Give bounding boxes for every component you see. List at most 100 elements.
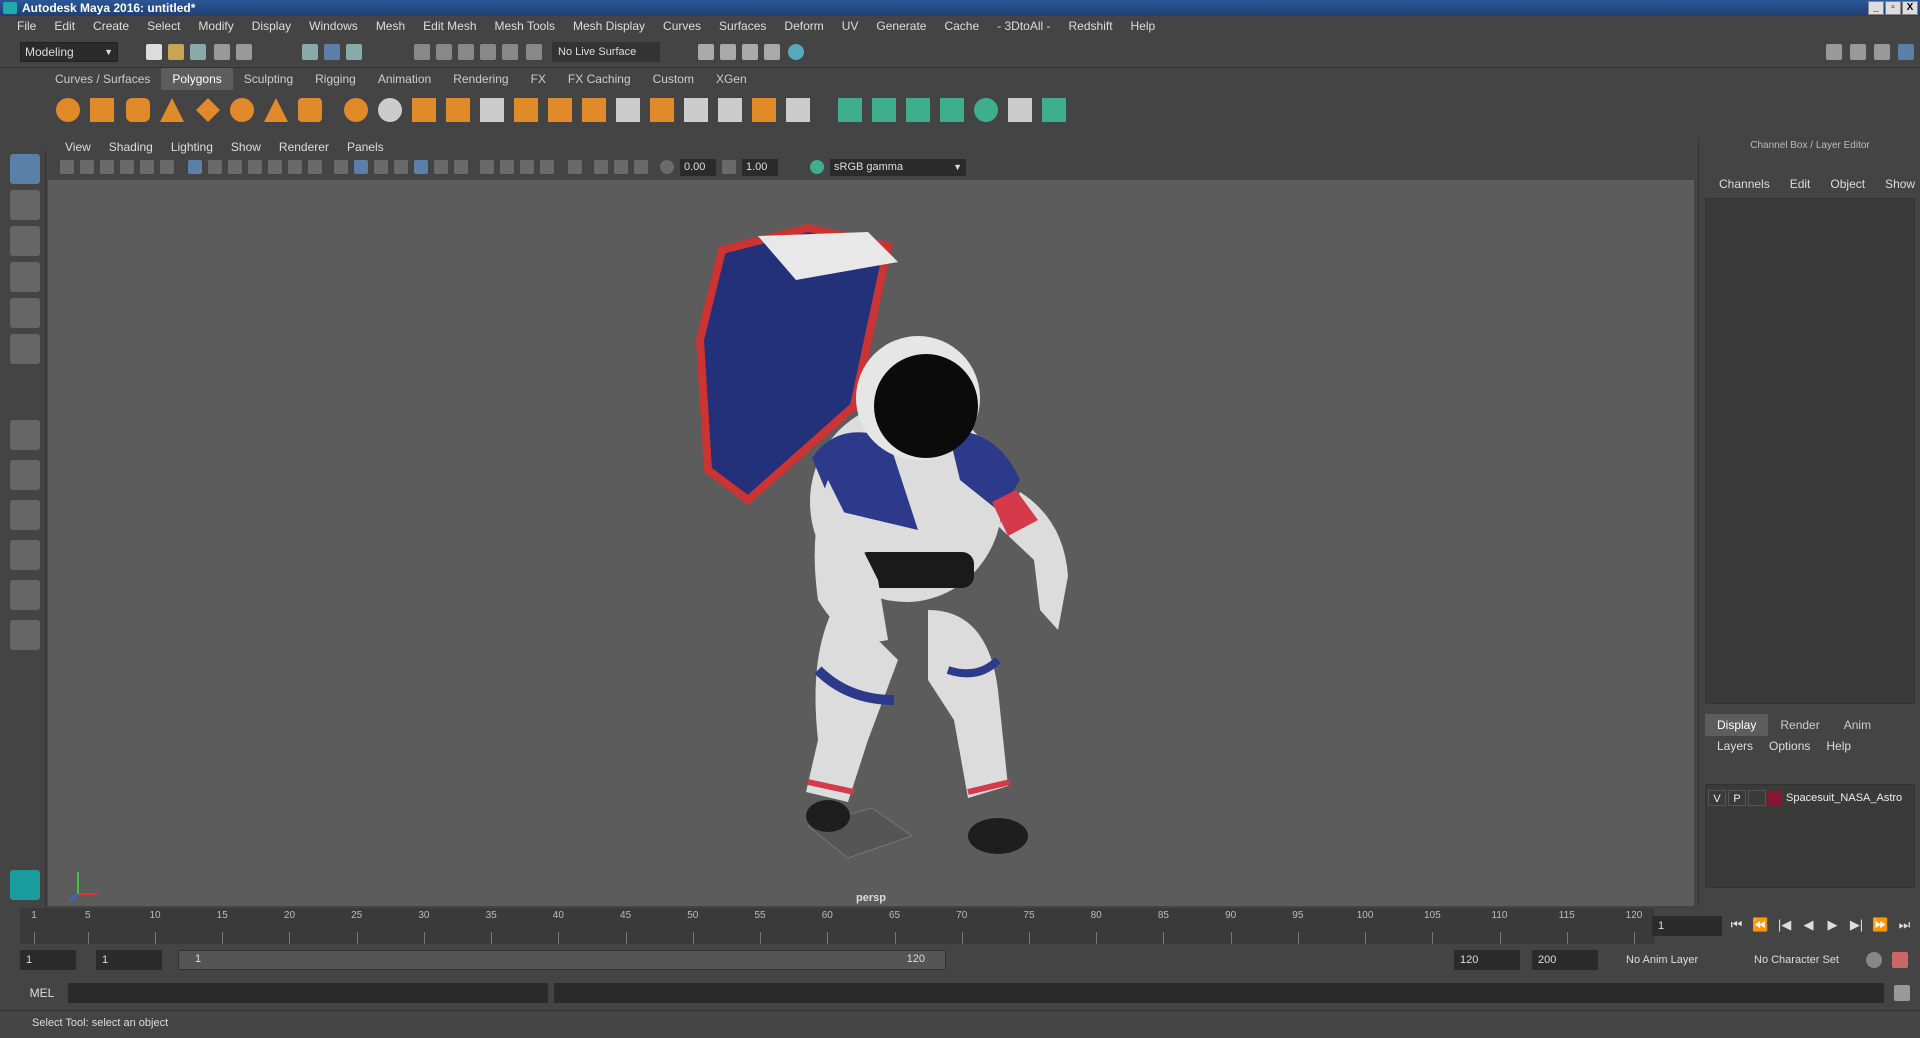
poly-cylinder-icon[interactable] [126, 98, 150, 122]
shelf-tab-polygons[interactable]: Polygons [161, 68, 233, 90]
minimize-button[interactable]: _ [1868, 1, 1884, 15]
separate-icon[interactable] [378, 98, 402, 122]
camera-attributes-icon[interactable] [80, 160, 94, 174]
resolution-gate-icon[interactable] [228, 160, 242, 174]
modeling-toolkit-icon[interactable] [1826, 44, 1842, 60]
uv-editor-icon[interactable] [974, 98, 998, 122]
xray-icon[interactable] [594, 160, 608, 174]
select-camera-icon[interactable] [60, 160, 74, 174]
shelf-tab-sculpting[interactable]: Sculpting [233, 68, 304, 90]
default-lighting-icon[interactable] [374, 160, 388, 174]
menu-surfaces[interactable]: Surfaces [710, 16, 775, 36]
poly-pyramid-icon[interactable] [264, 98, 288, 122]
range-slider[interactable]: 1 120 [178, 950, 946, 970]
layer-color-swatch[interactable] [1768, 791, 1782, 805]
snap-curve-icon[interactable] [436, 44, 452, 60]
smooth-shade-icon[interactable] [354, 160, 368, 174]
layer-name[interactable]: Spacesuit_NASA_Astro [1786, 792, 1902, 804]
layer-tab-display[interactable]: Display [1705, 714, 1769, 736]
undo-icon[interactable] [214, 44, 230, 60]
single-perspective-layout-icon[interactable] [10, 420, 40, 450]
snap-plane-icon[interactable] [480, 44, 496, 60]
shelf-tab-xgen[interactable]: XGen [705, 68, 758, 90]
script-editor-layout-icon[interactable] [10, 620, 40, 650]
snap-surface-icon[interactable] [502, 44, 518, 60]
shadows-icon[interactable] [454, 160, 468, 174]
go-to-end-icon[interactable]: ⏭ [1896, 916, 1913, 934]
shelf-tab-curves-surfaces[interactable]: Curves / Surfaces [44, 68, 161, 90]
target-weld-icon[interactable] [616, 98, 640, 122]
screen-space-ao-icon[interactable] [480, 160, 494, 174]
le-menu-layers[interactable]: Layers [1709, 738, 1761, 754]
bookmark-icon[interactable] [100, 160, 114, 174]
character-set-select[interactable]: No Character Set [1748, 950, 1864, 970]
le-menu-help[interactable]: Help [1818, 738, 1859, 754]
gamma-field[interactable]: 1.00 [742, 159, 778, 176]
bridge-icon[interactable] [514, 98, 538, 122]
rotate-tool-icon[interactable] [10, 298, 40, 328]
play-forwards-icon[interactable]: ▶ [1824, 916, 1841, 934]
graph-editor-layout-icon[interactable] [10, 540, 40, 570]
isolate-select-icon[interactable] [568, 160, 582, 174]
shelf-tab-rendering[interactable]: Rendering [442, 68, 519, 90]
outliner-layout-icon[interactable] [10, 500, 40, 530]
layer-reference-toggle[interactable] [1748, 790, 1766, 806]
poly-cube-icon[interactable] [90, 98, 114, 122]
step-forward-frame-icon[interactable]: ▶| [1848, 916, 1865, 934]
persp-viewport[interactable]: persp [48, 180, 1694, 906]
start-time-field[interactable]: 1 [20, 950, 76, 970]
command-language[interactable]: MEL [20, 984, 64, 1002]
mirror-icon[interactable] [412, 98, 436, 122]
cb-menu-edit[interactable]: Edit [1780, 176, 1821, 192]
grease-pencil-icon[interactable] [160, 160, 174, 174]
animation-preferences-icon[interactable] [1892, 952, 1908, 968]
planar-mapping-icon[interactable] [838, 98, 862, 122]
wireframe-on-shaded-icon[interactable] [394, 160, 408, 174]
vp-menu-renderer[interactable]: Renderer [270, 138, 338, 156]
menu-deform[interactable]: Deform [775, 16, 832, 36]
select-object-icon[interactable] [324, 44, 340, 60]
le-menu-options[interactable]: Options [1761, 738, 1818, 754]
menu-curves[interactable]: Curves [654, 16, 710, 36]
vp-menu-shading[interactable]: Shading [100, 138, 162, 156]
play-backwards-icon[interactable]: ◀ [1800, 916, 1817, 934]
move-tool-icon[interactable] [10, 262, 40, 292]
menu-display[interactable]: Display [243, 16, 300, 36]
offset-edge-loop-icon[interactable] [718, 98, 742, 122]
paint-select-tool-icon[interactable] [10, 226, 40, 256]
cylindrical-mapping-icon[interactable] [872, 98, 896, 122]
close-button[interactable]: X [1902, 1, 1918, 15]
cb-menu-channels[interactable]: Channels [1709, 176, 1780, 192]
scale-tool-icon[interactable] [10, 334, 40, 364]
menu-file[interactable]: File [8, 16, 45, 36]
menu-windows[interactable]: Windows [300, 16, 367, 36]
view-transform-select[interactable]: sRGB gamma ▼ [830, 159, 966, 176]
live-surface-field[interactable]: No Live Surface [552, 42, 660, 62]
layer-tab-anim[interactable]: Anim [1832, 714, 1883, 736]
snap-grid-icon[interactable] [414, 44, 430, 60]
menu-uv[interactable]: UV [833, 16, 868, 36]
exposure-field[interactable]: 0.00 [680, 159, 716, 176]
shelf-tab-rigging[interactable]: Rigging [304, 68, 367, 90]
select-tool-icon[interactable] [10, 154, 40, 184]
shelf-tab-fx-caching[interactable]: FX Caching [557, 68, 642, 90]
astronaut-model[interactable] [48, 180, 1694, 906]
select-hierarchy-icon[interactable] [302, 44, 318, 60]
render-frame-icon[interactable] [720, 44, 736, 60]
lasso-tool-icon[interactable] [10, 190, 40, 220]
save-scene-icon[interactable] [190, 44, 206, 60]
vp-menu-lighting[interactable]: Lighting [162, 138, 222, 156]
hypershade-layout-icon[interactable] [10, 580, 40, 610]
end-time-field[interactable]: 200 [1532, 950, 1598, 970]
image-plane-icon[interactable] [120, 160, 134, 174]
fill-hole-icon[interactable] [786, 98, 810, 122]
channel-box-area[interactable] [1705, 198, 1915, 704]
snap-point-icon[interactable] [458, 44, 474, 60]
safe-title-icon[interactable] [308, 160, 322, 174]
poly-cone-icon[interactable] [160, 98, 184, 122]
shelf-tab-custom[interactable]: Custom [642, 68, 705, 90]
gate-mask-icon[interactable] [248, 160, 262, 174]
insert-edge-loop-icon[interactable] [684, 98, 708, 122]
vp-menu-show[interactable]: Show [222, 138, 270, 156]
menu-mesh[interactable]: Mesh [367, 16, 414, 36]
